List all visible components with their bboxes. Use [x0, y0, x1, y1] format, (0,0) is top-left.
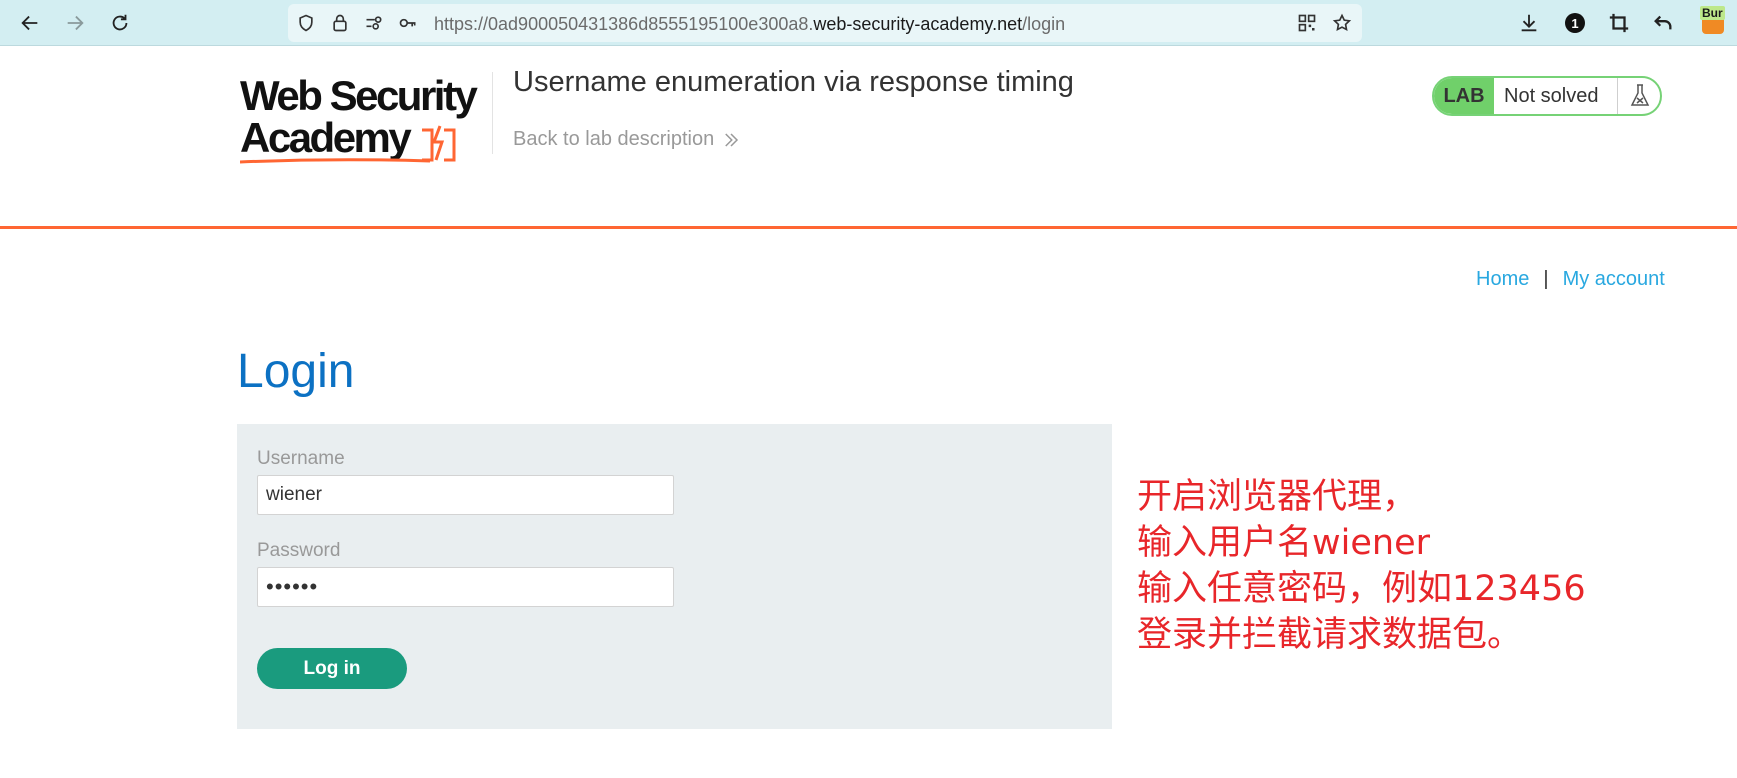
reload-icon[interactable]: [105, 8, 135, 38]
shield-icon[interactable]: [295, 12, 317, 34]
lab-status-text: Not solved: [1504, 85, 1599, 107]
burp-extension-icon[interactable]: Bur: [1700, 6, 1726, 36]
username-input[interactable]: wiener: [257, 475, 674, 515]
url-path: /login: [1022, 14, 1066, 34]
url-text[interactable]: https://0ad900050431386d8555195100e300a8…: [434, 14, 1065, 35]
nav-my-account-link[interactable]: My account: [1563, 268, 1665, 291]
address-bar[interactable]: https://0ad900050431386d8555195100e300a8…: [288, 4, 1362, 42]
back-link-label: Back to lab description: [513, 128, 715, 150]
lock-icon[interactable]: [329, 12, 351, 34]
permissions-icon[interactable]: [363, 12, 385, 34]
top-navigation: Home | My account: [1476, 268, 1665, 291]
back-to-lab-description-link[interactable]: Back to lab description: [513, 128, 740, 151]
lab-tag: LAB: [1434, 78, 1494, 114]
extension-counter-icon[interactable]: 1: [1562, 10, 1588, 36]
key-icon[interactable]: [397, 12, 419, 34]
password-label: Password: [257, 540, 341, 561]
downloads-icon[interactable]: [1516, 10, 1542, 36]
forward-arrow-icon[interactable]: [60, 8, 90, 38]
lab-status-widget: LAB Not solved: [1432, 76, 1662, 116]
nav-separator: |: [1543, 268, 1549, 290]
page-title: Login: [237, 345, 355, 398]
logo-line2: Academy: [240, 114, 412, 161]
header-divider: [492, 72, 493, 154]
username-label: Username: [257, 448, 345, 469]
annotation-line2: 输入用户名wiener: [1137, 523, 1430, 563]
double-chevron-right-icon: [725, 132, 739, 147]
header-accent-line: [0, 226, 1737, 229]
bookmark-star-icon[interactable]: [1331, 12, 1353, 34]
annotation-line3: 输入任意密码，例如123456: [1137, 569, 1586, 609]
logo-line1: Web Security: [240, 72, 478, 119]
qr-code-icon[interactable]: [1296, 12, 1318, 34]
nav-home-link[interactable]: Home: [1476, 268, 1529, 291]
annotation-note: 开启浏览器代理， 输入用户名wiener 输入任意密码，例如123456 登录并…: [1137, 474, 1586, 658]
browser-toolbar: https://0ad900050431386d8555195100e300a8…: [0, 0, 1737, 46]
url-domain: web-security-academy.net: [813, 14, 1023, 34]
back-arrow-icon[interactable]: [15, 8, 45, 38]
login-button[interactable]: Log in: [257, 648, 407, 689]
web-security-academy-logo[interactable]: Web Security Academy: [240, 72, 490, 167]
crop-icon[interactable]: [1606, 10, 1632, 36]
lab-title: Username enumeration via response timing: [513, 66, 1074, 98]
logo-underline: [240, 158, 430, 164]
extension-counter-badge: 1: [1565, 13, 1585, 33]
burp-extension-label: Bur: [1700, 6, 1725, 20]
annotation-line1: 开启浏览器代理，: [1137, 477, 1418, 517]
undo-icon[interactable]: [1650, 10, 1676, 36]
url-prefix: https://0ad900050431386d8555195100e300a8…: [434, 14, 814, 34]
flask-icon: [1617, 78, 1660, 114]
annotation-line4: 登录并拦截请求数据包。: [1137, 615, 1523, 655]
password-input[interactable]: ••••••: [257, 567, 674, 607]
login-form: Username wiener Password •••••• Log in: [237, 424, 1112, 729]
